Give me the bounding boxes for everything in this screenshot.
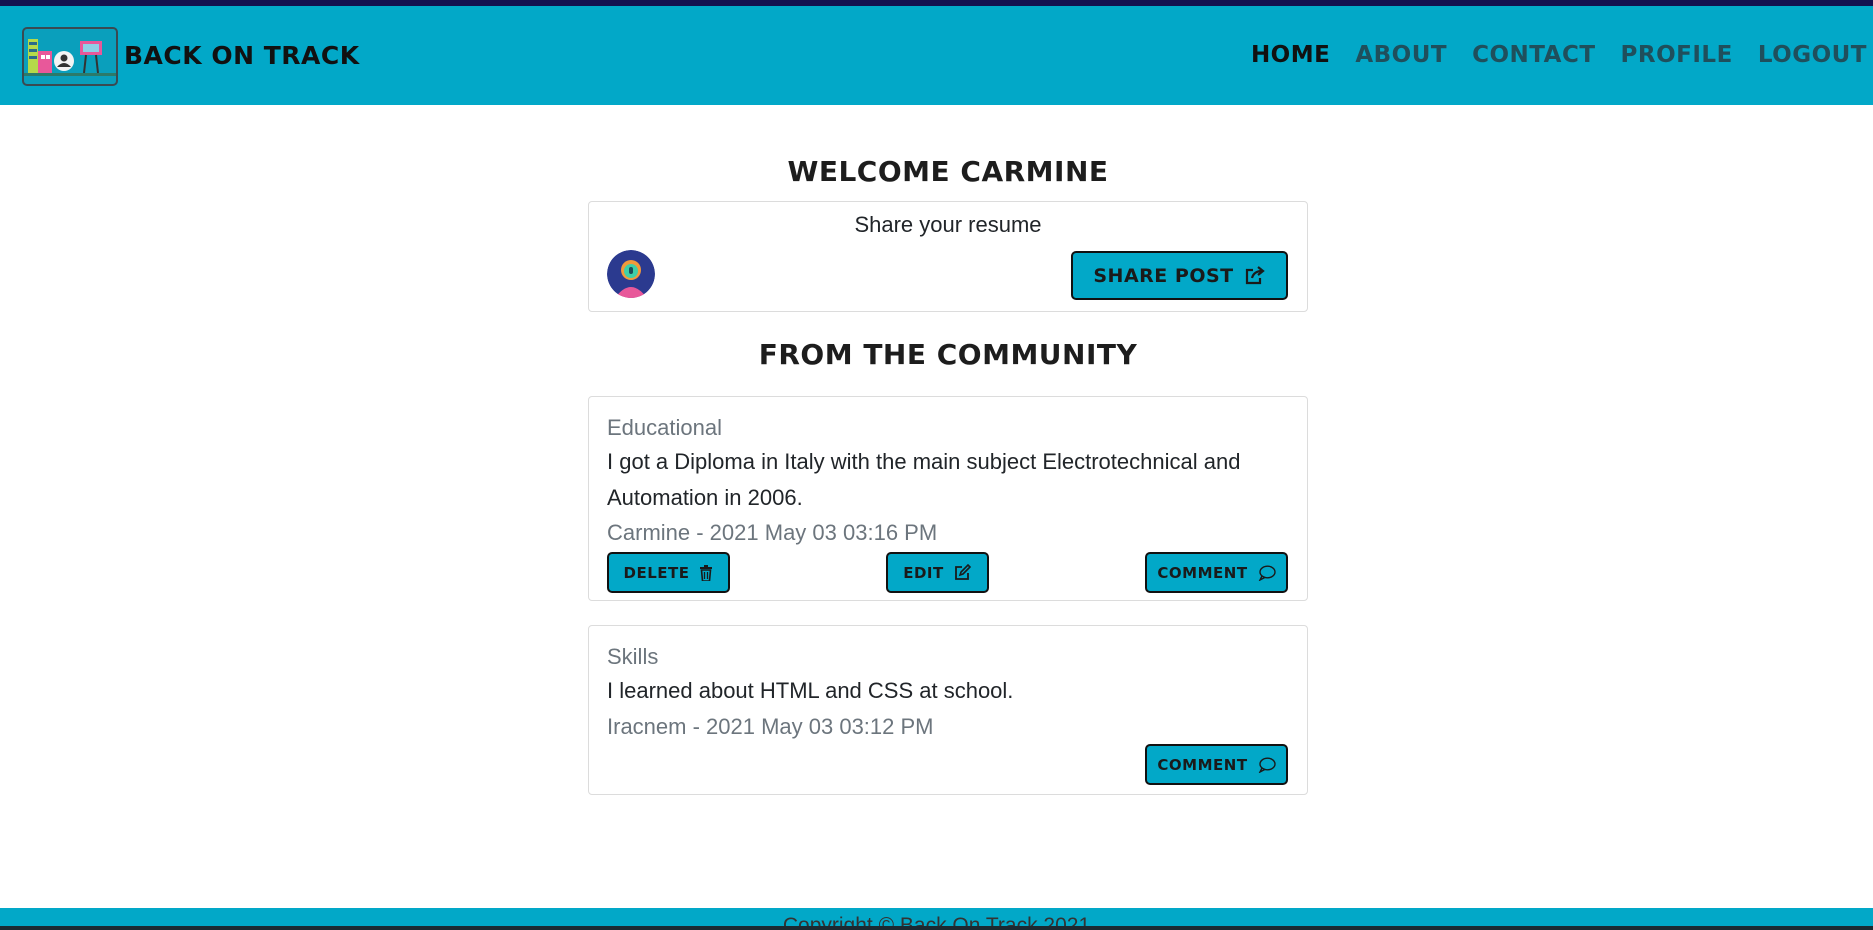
main-nav: Home About Contact Profile Logout	[1251, 42, 1867, 68]
comment-label: Comment	[1157, 755, 1248, 774]
comment-icon	[1258, 564, 1276, 581]
comment-button[interactable]: Comment	[1145, 744, 1288, 785]
post-card: Skills I learned about HTML and CSS at s…	[588, 625, 1308, 795]
user-avatar-icon	[607, 250, 655, 298]
delete-button[interactable]: Delete	[607, 552, 730, 593]
post-card: Educational I got a Diploma in Italy wit…	[588, 396, 1308, 601]
share-post-button[interactable]: Share Post	[1071, 251, 1288, 300]
share-card: Share your resume Share Post	[588, 201, 1308, 312]
post-content: I learned about HTML and CSS at school.	[607, 678, 1014, 703]
comment-button[interactable]: Comment	[1145, 552, 1288, 593]
community-heading: From the Community	[758, 338, 1138, 371]
navbar: Back On Track Home About Contact Profile…	[0, 6, 1873, 105]
nav-contact[interactable]: Contact	[1472, 42, 1595, 68]
post-content: I got a Diploma in Italy with the main s…	[607, 449, 1241, 510]
nav-home[interactable]: Home	[1251, 42, 1330, 68]
edit-button[interactable]: Edit	[886, 552, 989, 593]
post-meta: Carmine - 2021 May 03 03:16 PM	[607, 520, 938, 545]
logo-icon	[24, 39, 116, 76]
post-meta: Iracnem - 2021 May 03 03:12 PM	[607, 714, 934, 739]
comment-icon	[1258, 756, 1276, 773]
brand-name[interactable]: Back On Track	[124, 41, 360, 70]
logo[interactable]	[22, 27, 118, 86]
share-post-label: Share Post	[1093, 264, 1234, 287]
avatar	[607, 250, 655, 298]
share-prompt: Share your resume	[854, 212, 1042, 237]
post-category: Skills	[607, 644, 659, 669]
footer-bottom-bar	[0, 926, 1873, 930]
welcome-heading: Welcome Carmine	[787, 155, 1109, 188]
comment-label: Comment	[1157, 563, 1248, 582]
edit-label: Edit	[903, 563, 944, 582]
edit-icon	[954, 564, 972, 581]
share-icon	[1244, 265, 1266, 286]
trash-icon	[699, 564, 713, 581]
nav-logout[interactable]: Logout	[1758, 42, 1867, 68]
nav-about[interactable]: About	[1355, 42, 1447, 68]
delete-label: Delete	[623, 563, 690, 582]
nav-profile[interactable]: Profile	[1621, 42, 1733, 68]
post-category: Educational	[607, 415, 722, 440]
